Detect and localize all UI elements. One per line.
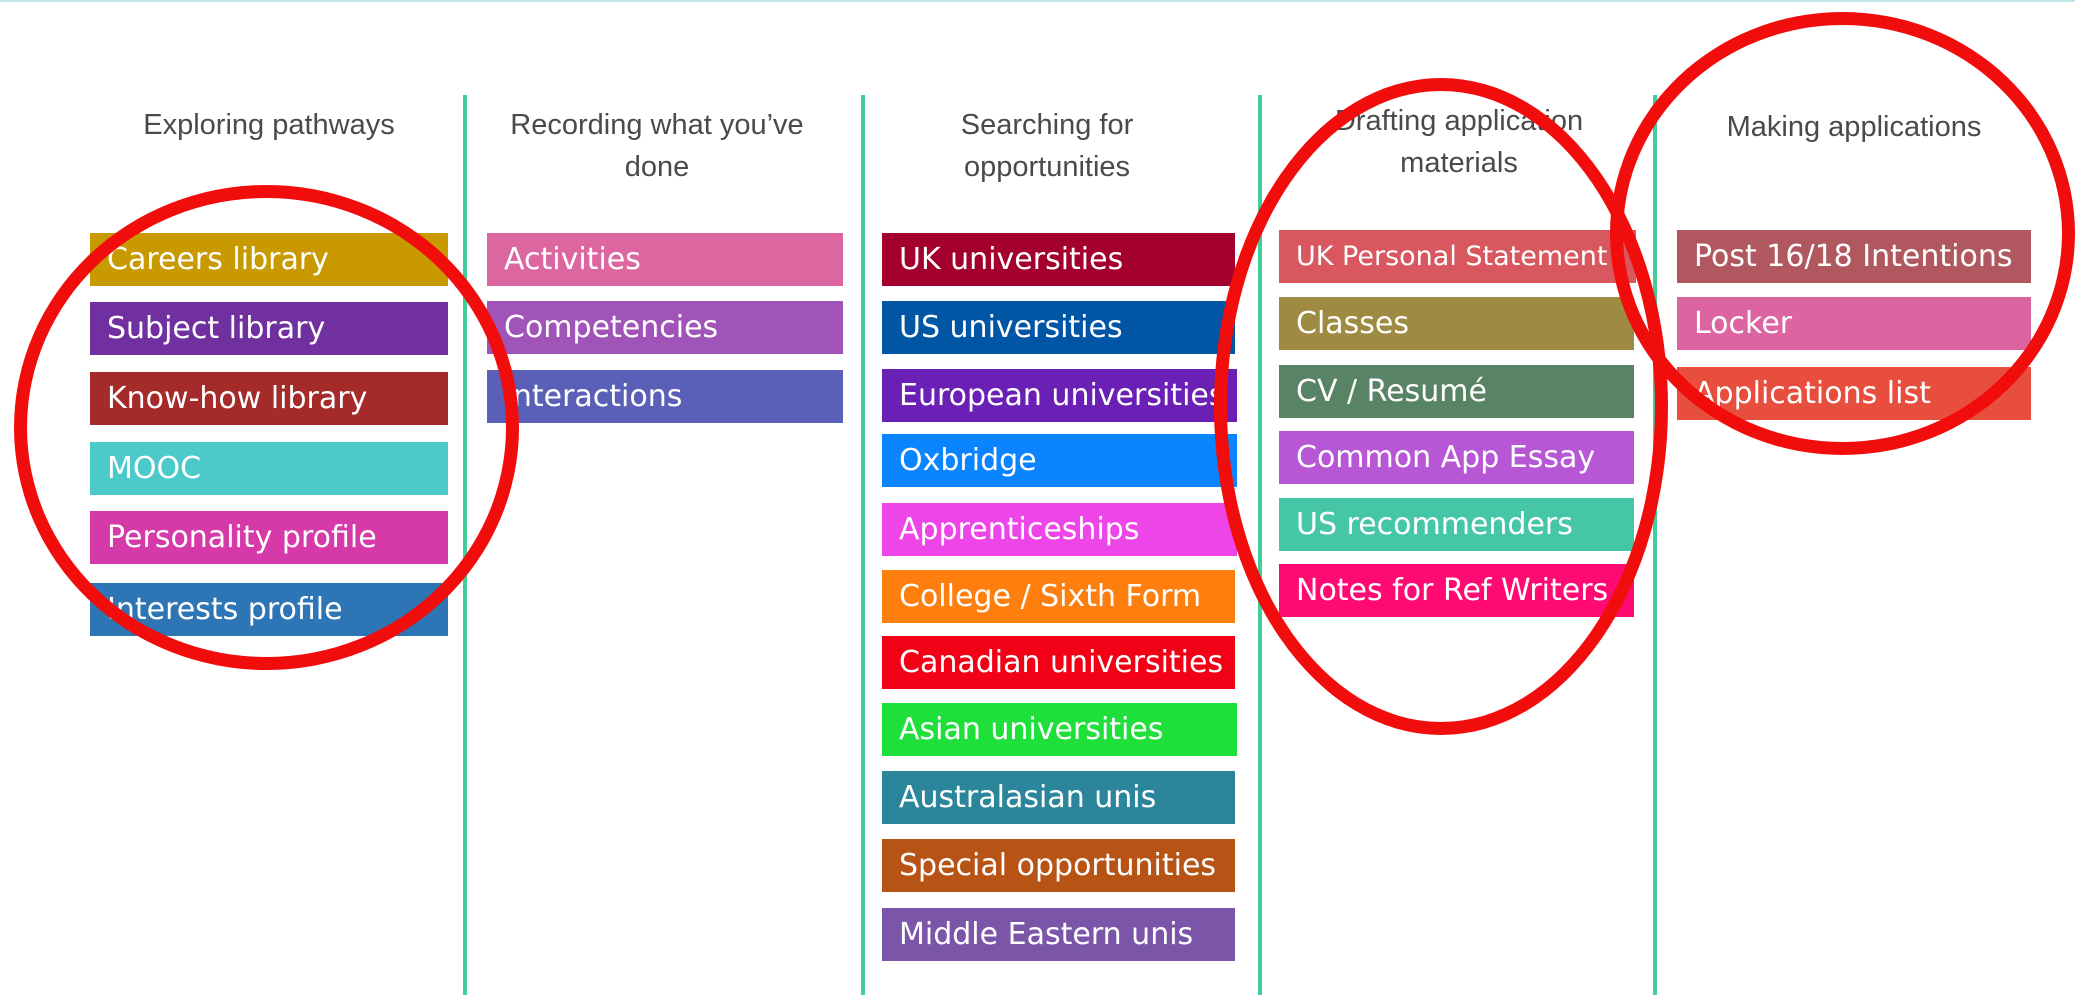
activities-button[interactable]: Activities	[487, 233, 843, 286]
asian-universities-button[interactable]: Asian universities	[882, 703, 1237, 756]
column-title: Drafting application materials	[1334, 105, 1584, 179]
column-title: Making applications	[1726, 111, 1982, 143]
subject-library-button[interactable]: Subject library	[90, 302, 448, 355]
oxbridge-button[interactable]: Oxbridge	[882, 434, 1237, 487]
interactions-button[interactable]: Interactions	[487, 370, 843, 423]
column-divider	[463, 95, 467, 995]
column-title: Searching for opportunities	[960, 109, 1134, 183]
competencies-button[interactable]: Competencies	[487, 301, 843, 354]
uk-universities-button[interactable]: UK universities	[882, 233, 1235, 286]
mooc-button[interactable]: MOOC	[90, 442, 448, 495]
uk-personal-statement-button[interactable]: UK Personal Statement	[1279, 230, 1636, 283]
interests-profile-button[interactable]: Interests profile	[90, 583, 448, 636]
top-border	[0, 0, 2075, 2]
column-divider	[1258, 95, 1262, 995]
column-title: Exploring pathways	[143, 109, 395, 141]
apprenticeships-button[interactable]: Apprenticeships	[882, 503, 1237, 556]
us-universities-button[interactable]: US universities	[882, 301, 1235, 354]
european-universities-button[interactable]: European universities	[882, 369, 1237, 422]
applications-list-button[interactable]: Applications list	[1677, 367, 2031, 420]
classes-button[interactable]: Classes	[1279, 297, 1634, 350]
us-recommenders-button[interactable]: US recommenders	[1279, 498, 1634, 551]
personality-profile-button[interactable]: Personality profile	[90, 511, 448, 564]
middle-eastern-unis-button[interactable]: Middle Eastern unis	[882, 908, 1235, 961]
college-sixth-form-button[interactable]: College / Sixth Form	[882, 570, 1235, 623]
locker-button[interactable]: Locker	[1677, 297, 2031, 350]
careers-library-button[interactable]: Careers library	[90, 233, 448, 286]
know-how-library-button[interactable]: Know-how library	[90, 372, 448, 425]
notes-for-ref-writers-button[interactable]: Notes for Ref Writers	[1279, 564, 1634, 617]
australasian-unis-button[interactable]: Australasian unis	[882, 771, 1235, 824]
canadian-universities-button[interactable]: Canadian universities	[882, 636, 1235, 689]
cv-resume-button[interactable]: CV / Resumé	[1279, 365, 1634, 418]
common-app-essay-button[interactable]: Common App Essay	[1279, 431, 1634, 484]
special-opportunities-button[interactable]: Special opportunities	[882, 839, 1235, 892]
column-divider	[861, 95, 865, 995]
column-divider	[1653, 95, 1657, 995]
post-16-18-intentions-button[interactable]: Post 16/18 Intentions	[1677, 230, 2031, 283]
column-title: Recording what you’ve done	[510, 109, 804, 183]
